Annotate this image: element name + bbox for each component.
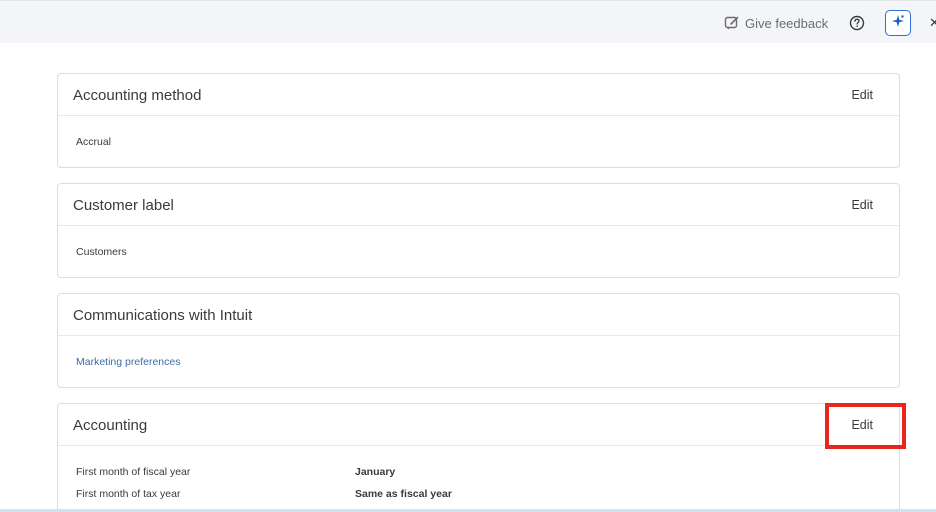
help-icon[interactable] [849, 15, 865, 31]
accounting-method-value: Accrual [76, 136, 112, 148]
accounting-method-edit-button[interactable]: Edit [851, 88, 873, 102]
tax-year-label: First month of tax year [76, 488, 181, 500]
card-header: Customer label Edit [58, 184, 899, 226]
accounting-method-card: Accounting method Edit Accrual [57, 73, 900, 168]
card-header: Accounting Edit [58, 404, 899, 446]
assistant-icon [891, 14, 905, 33]
customer-label-card: Customer label Edit Customers [57, 183, 900, 278]
card-header: Communications with Intuit [58, 294, 899, 336]
give-feedback-button[interactable]: Give feedback [724, 13, 828, 33]
marketing-preferences-link[interactable]: Marketing preferences [76, 356, 180, 368]
fiscal-year-label: First month of fiscal year [76, 466, 191, 478]
close-icon[interactable]: ✕ [929, 16, 936, 30]
tax-year-value: Same as fiscal year [355, 488, 452, 500]
accounting-card: Accounting Edit First month of fiscal ye… [57, 403, 900, 512]
top-bar: Give feedback ✕ [0, 0, 936, 43]
customer-label-value: Customers [76, 246, 127, 258]
give-feedback-label: Give feedback [745, 15, 829, 31]
accounting-title: Accounting [73, 417, 148, 434]
customer-label-title: Customer label [73, 197, 174, 214]
accounting-edit-button[interactable]: Edit [851, 418, 873, 432]
assistant-button[interactable] [885, 10, 911, 36]
fiscal-year-value: January [355, 466, 396, 478]
accounting-method-title: Accounting method [73, 87, 202, 104]
communications-title: Communications with Intuit [73, 307, 253, 324]
card-header: Accounting method Edit [58, 74, 899, 116]
customer-label-edit-button[interactable]: Edit [851, 198, 873, 212]
communications-card: Communications with Intuit Marketing pre… [57, 293, 900, 388]
feedback-icon [724, 15, 740, 31]
